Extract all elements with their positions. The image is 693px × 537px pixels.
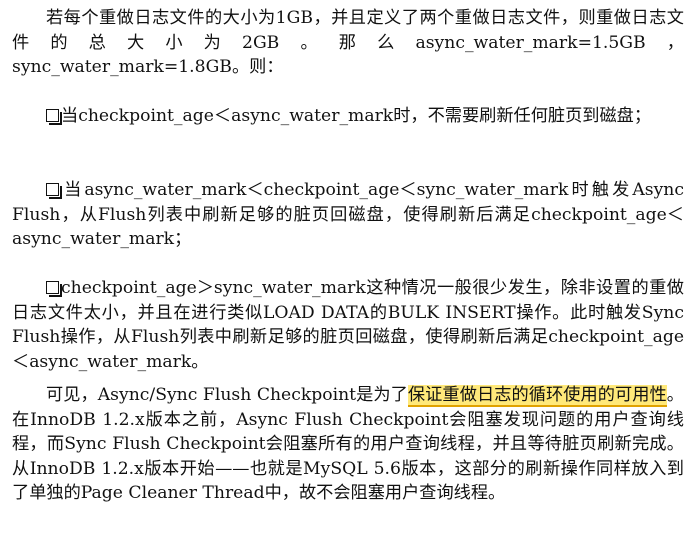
- paragraph-conclusion-lead: 可见，Async/Sync Flush Checkpoint是为了: [46, 385, 408, 405]
- paragraph-log-size-text: 若每个重做日志文件的大小为1GB，并且定义了两个重做日志文件，则重做日志文件的总…: [12, 8, 684, 77]
- bullet-no-flush-text: 当checkpoint_age＜async_water_mark时，不需要刷新任…: [61, 106, 652, 126]
- bullet-no-flush: 当checkpoint_age＜async_water_mark时，不需要刷新任…: [12, 104, 651, 129]
- bullet-async-flush-text: 当async_water_mark＜checkpoint_age＜sync_wa…: [12, 180, 684, 249]
- checkbox-bullet-icon: [46, 183, 62, 199]
- highlighted-phrase: 保证重做日志的循环使用的可用性: [407, 385, 667, 407]
- paragraph-log-size: 若每个重做日志文件的大小为1GB，并且定义了两个重做日志文件，则重做日志文件的总…: [12, 6, 684, 80]
- bullet-async-flush: 当async_water_mark＜checkpoint_age＜sync_wa…: [12, 178, 684, 252]
- bullet-sync-flush-text: checkpoint_age＞sync_water_mark这种情况一般很少发生…: [12, 278, 684, 372]
- checkbox-bullet-icon: [46, 281, 62, 297]
- bullet-sync-flush: checkpoint_age＞sync_water_mark这种情况一般很少发生…: [12, 276, 684, 374]
- paragraph-conclusion: 可见，Async/Sync Flush Checkpoint是为了保证重做日志的…: [12, 383, 684, 506]
- checkbox-bullet-icon: [46, 109, 62, 125]
